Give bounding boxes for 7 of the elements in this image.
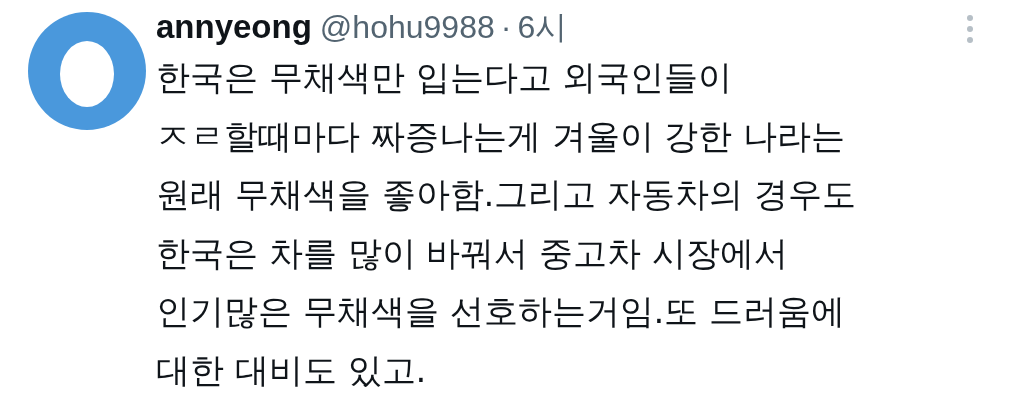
post-time[interactable]: 6시 xyxy=(517,6,568,50)
user-handle[interactable]: @hohu9988 xyxy=(319,9,495,46)
separator-dot: · xyxy=(500,9,512,46)
default-avatar-icon[interactable] xyxy=(28,12,146,130)
display-name[interactable]: annyeong xyxy=(156,8,312,46)
more-options-icon[interactable] xyxy=(966,14,974,44)
tweet-text: 한국은 무채색만 입는다고 외국인들이 ㅈㄹ할때마다 짜증나는게 겨울이 강한 나라는 원래 무채색을 좋아함.그리고 자동차의 경우도 한국은 차를 많이 바꿔서 중고차 시장에서 인기많은 무채색을 선호하는거임.또 드러움에 대한 대비도 있고. xyxy=(156,56,857,392)
